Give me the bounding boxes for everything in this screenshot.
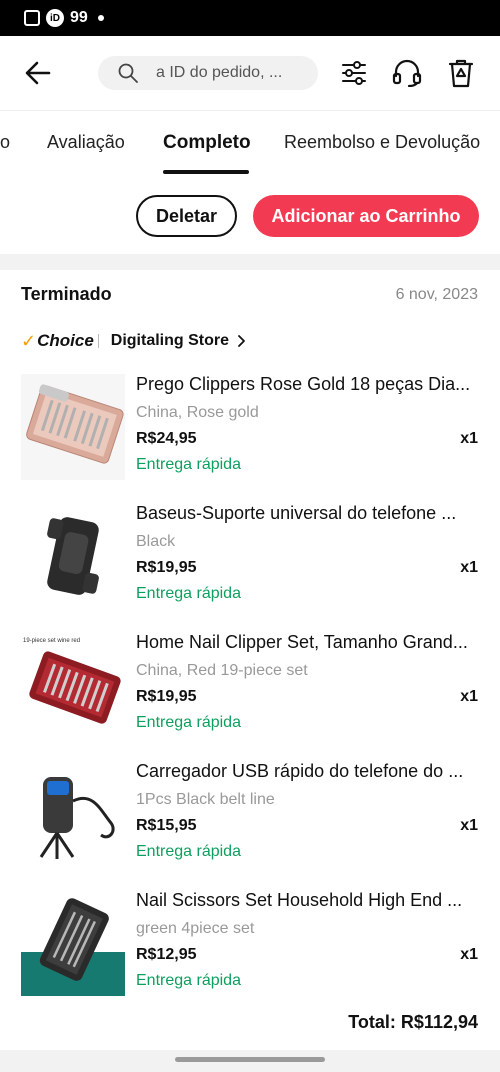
product-image [21,374,125,480]
chevron-right-icon [238,335,245,347]
choice-badge: ✓ Choice [21,330,94,351]
item-quantity: x1 [460,688,478,705]
search-icon [118,63,138,83]
list-item[interactable]: Baseus-Suporte universal do telefone ...… [0,503,500,632]
item-price: R$15,95 [136,817,197,834]
item-variant: green 4piece set [136,920,255,937]
header: a ID do pedido, ... [0,36,500,110]
gallery-icon [24,10,40,26]
list-item[interactable]: 19-piece set wine red Home Nail Clipper … [0,632,500,761]
filter-icon[interactable] [337,56,371,90]
item-variant: 1Pcs Black belt line [136,791,275,808]
trash-recycle-icon[interactable] [444,56,478,90]
search-placeholder: a ID do pedido, ... [156,64,283,81]
item-variant: China, Rose gold [136,404,259,421]
delivery-label: Entrega rápida [136,714,241,731]
item-price: R$24,95 [136,430,197,447]
delivery-label: Entrega rápida [136,585,241,602]
list-item[interactable]: Prego Clippers Rose Gold 18 peças Dia...… [0,374,500,503]
item-name: Home Nail Clipper Set, Tamanho Grand... [136,632,468,652]
product-image [21,761,125,867]
delivery-label: Entrega rápida [136,843,241,860]
item-name: Carregador USB rápido do telefone do ... [136,761,464,781]
order-date: 6 nov, 2023 [395,286,478,303]
notification-count: 99 [70,9,88,26]
order-actions: Deletar Adicionar ao Carrinho [0,174,500,254]
tab-partial[interactable]: o [0,132,10,153]
divider [97,334,99,348]
item-name: Nail Scissors Set Household High End ... [136,890,463,910]
tab-completo[interactable]: Completo [163,132,251,154]
list-item[interactable]: Nail Scissors Set Household High End ...… [0,890,500,1019]
item-quantity: x1 [460,430,478,447]
product-image [21,503,125,609]
back-arrow-icon[interactable] [16,51,60,95]
order-tabs: o Avaliação Completo Reembolso e Devoluç… [0,110,500,174]
delete-button[interactable]: Deletar [136,195,237,237]
app-badge-icon: iD [46,9,64,27]
item-name: Baseus-Suporte universal do telefone ... [136,503,457,523]
order-card[interactable]: Terminado 6 nov, 2023 ✓ Choice Digitaling… [0,270,500,1050]
notification-dot-icon [97,15,104,21]
product-image: 19-piece set wine red [21,632,125,738]
item-quantity: x1 [460,946,478,963]
product-image [21,890,125,996]
store-name: Digitaling Store [110,332,230,349]
status-bar: iD 99 [0,0,500,36]
store-row[interactable]: ✓ Choice Digitaling Store [21,330,246,352]
search-input[interactable]: a ID do pedido, ... [98,56,318,90]
item-variant: China, Red 19-piece set [136,662,308,679]
tab-reembolso[interactable]: Reembolso e Devolução [284,132,480,153]
add-to-cart-button[interactable]: Adicionar ao Carrinho [253,195,479,237]
item-quantity: x1 [460,559,478,576]
item-variant: Black [136,533,176,550]
delivery-label: Entrega rápida [136,972,241,989]
delivery-label: Entrega rápida [136,456,241,473]
thumb-caption: 19-piece set wine red [23,638,80,644]
item-quantity: x1 [460,817,478,834]
tab-avaliacao[interactable]: Avaliação [47,132,125,153]
item-price: R$19,95 [136,559,197,576]
order-status: Terminado [21,284,112,304]
item-price: R$19,95 [136,688,197,705]
item-price: R$12,95 [136,946,197,963]
home-indicator[interactable] [175,1057,325,1062]
choice-check-icon: ✓ [21,330,37,351]
order-total: Total: R$112,94 [348,1012,478,1032]
item-name: Prego Clippers Rose Gold 18 peças Dia... [136,374,471,394]
list-item[interactable]: Carregador USB rápido do telefone do ...… [0,761,500,890]
headset-support-icon[interactable] [390,56,424,90]
